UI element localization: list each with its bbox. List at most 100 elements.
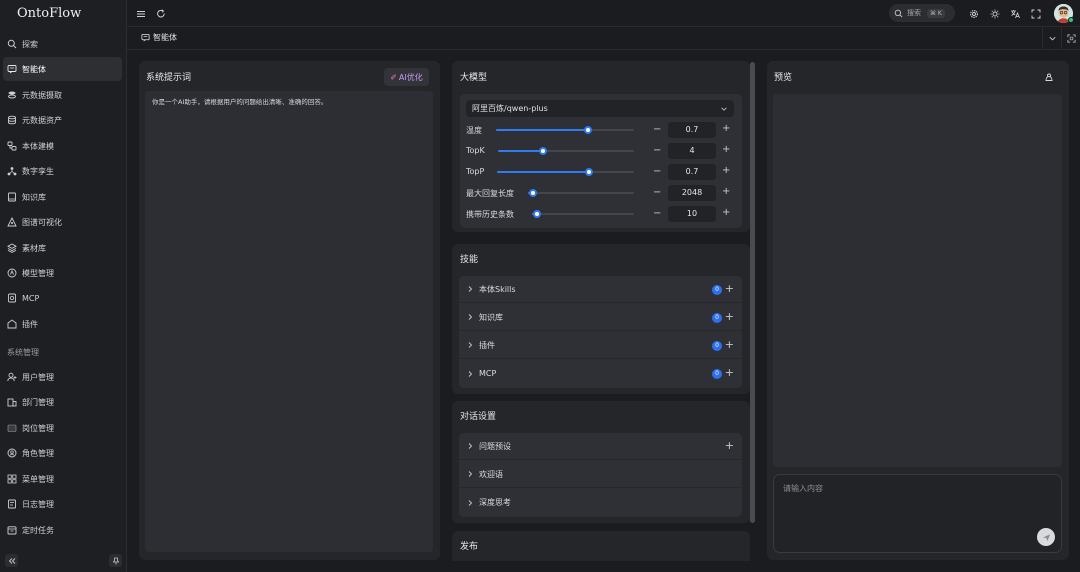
send-button[interactable] <box>1037 528 1055 546</box>
tab-dropdown-button[interactable] <box>1042 27 1061 50</box>
sidebar-item-label: 数字孪生 <box>22 166 54 176</box>
temperature-input[interactable]: 0.7 <box>668 122 716 138</box>
app-root: OntoFlow 探索 智能体 元数据摄取 元数据资产 本体建模 数字孪生 知识… <box>0 0 1080 572</box>
topp-slider[interactable] <box>497 168 634 176</box>
increment-button[interactable]: + <box>722 123 730 134</box>
increment-button[interactable]: + <box>722 165 730 176</box>
increment-button[interactable]: + <box>722 144 730 155</box>
system-prompt-textarea[interactable]: 你是一个AI助手，请根据用户的问题给出清晰、准确的回答。 <box>145 91 433 552</box>
clear-chat-button[interactable] <box>1043 71 1054 82</box>
sidebar-item-mcp[interactable]: MCP <box>3 286 122 310</box>
user-icon <box>7 372 17 382</box>
sidebar-item-label: 知识库 <box>22 192 46 202</box>
skill-row-plugins[interactable]: 插件 0 + <box>459 332 742 359</box>
increment-button[interactable]: + <box>722 186 730 197</box>
config-scrollbar[interactable] <box>750 62 755 523</box>
dialog-settings-list: 问题预设 + 欢迎语 深度思考 <box>459 433 742 517</box>
sidebar-item-menus[interactable]: 菜单管理 <box>3 467 122 491</box>
decrement-button[interactable]: − <box>653 187 661 198</box>
sidebar-item-scheduled-tasks[interactable]: 定时任务 <box>3 518 122 542</box>
add-button[interactable]: + <box>725 338 734 351</box>
slider-handle[interactable] <box>529 189 538 197</box>
add-button[interactable]: + <box>725 282 734 295</box>
sidebar-item-users[interactable]: 用户管理 <box>3 365 122 389</box>
settings-button[interactable] <box>968 8 980 20</box>
sidebar-item-roles[interactable]: 角色管理 <box>3 441 122 465</box>
slider-handle[interactable] <box>584 126 593 134</box>
decrement-button[interactable]: − <box>653 145 661 156</box>
history-count-slider[interactable] <box>532 210 634 218</box>
theme-toggle-button[interactable] <box>989 8 1001 20</box>
topp-input[interactable]: 0.7 <box>668 164 716 180</box>
fullscreen-button[interactable] <box>1030 8 1042 20</box>
slider-handle[interactable] <box>533 210 542 218</box>
sidebar-item-metadata-ingest[interactable]: 元数据摄取 <box>3 83 122 107</box>
maximize-content-button[interactable] <box>1061 27 1080 50</box>
dialog-row-welcome[interactable]: 欢迎语 <box>459 461 742 488</box>
global-search[interactable]: 搜索 ⌘ K <box>889 4 955 22</box>
sidebar-item-digital-twin[interactable]: 数字孪生 <box>3 159 122 183</box>
sidebar-item-plugins[interactable]: 插件 <box>3 312 122 336</box>
dialog-row-label: 深度思考 <box>479 498 511 507</box>
preview-title: 预览 <box>774 73 793 83</box>
param-label: 携带历史条数 <box>466 210 514 219</box>
decrement-button[interactable]: − <box>653 166 661 177</box>
max-length-slider[interactable] <box>528 189 634 197</box>
count-badge: 0 <box>712 341 722 351</box>
sidebar-item-logs[interactable]: 日志管理 <box>3 492 122 516</box>
slider-handle[interactable] <box>584 168 593 176</box>
skill-row-knowledge-base[interactable]: 知识库 0 + <box>459 304 742 331</box>
skill-row-ontology[interactable]: 本体Skills 0 + <box>459 276 742 303</box>
refresh-button[interactable] <box>155 8 167 20</box>
skill-row-mcp[interactable]: MCP 0 + <box>459 360 742 387</box>
refresh-icon <box>157 9 165 18</box>
sidebar-item-materials[interactable]: 素材库 <box>3 236 122 260</box>
sidebar-item-explore[interactable]: 探索 <box>3 32 122 56</box>
dialog-row-preset-questions[interactable]: 问题预设 + <box>459 433 742 460</box>
decrement-button[interactable]: − <box>653 208 661 219</box>
fullscreen-icon <box>1031 9 1041 19</box>
magic-wand-icon: ✐ <box>390 72 397 82</box>
agent-icon <box>7 65 17 74</box>
sidebar-item-agent[interactable]: 智能体 <box>3 57 122 81</box>
top-bar: 搜索 ⌘ K <box>127 0 1080 27</box>
temperature-slider[interactable] <box>496 126 634 134</box>
sidebar-item-graph-viz[interactable]: 图谱可视化 <box>3 210 122 234</box>
sidebar-item-departments[interactable]: 部门管理 <box>3 390 122 414</box>
language-button[interactable] <box>1009 8 1021 20</box>
sidebar-item-label: 用户管理 <box>22 372 54 382</box>
topk-input[interactable]: 4 <box>668 143 716 159</box>
sidebar-item-metadata-assets[interactable]: 元数据资产 <box>3 108 122 132</box>
dialog-row-label: 欢迎语 <box>479 469 503 479</box>
max-length-input[interactable]: 2048 <box>668 185 716 201</box>
add-button[interactable]: + <box>725 366 734 379</box>
search-placeholder: 搜索 <box>907 9 921 17</box>
menu-toggle-button[interactable] <box>135 8 147 20</box>
param-row-temperature: 温度 − 0.7 + <box>466 122 731 138</box>
tab-agent[interactable]: 智能体 <box>141 32 177 43</box>
model-select[interactable]: 阿里百炼/qwen-plus <box>466 100 734 117</box>
param-row-history-count: 携带历史条数 − 10 + <box>466 206 731 222</box>
sidebar-item-knowledge-base[interactable]: 知识库 <box>3 185 122 209</box>
skills-card: 技能 本体Skills 0 + 知识库 0 + 插件 0 + MCP 0 + <box>452 244 750 394</box>
increment-button[interactable]: + <box>722 207 730 218</box>
slider-handle[interactable] <box>538 147 547 155</box>
search-icon <box>894 9 903 17</box>
history-count-input[interactable]: 10 <box>668 206 716 222</box>
model-settings-box: 阿里百炼/qwen-plus 温度 − 0.7 + TopK − 4 + Top… <box>460 94 742 228</box>
chat-input[interactable]: 请输入内容 <box>773 474 1062 553</box>
add-button[interactable]: + <box>725 310 734 323</box>
add-button[interactable]: + <box>725 439 734 452</box>
pin-sidebar-button[interactable] <box>109 554 122 567</box>
preview-chat-area <box>773 94 1062 467</box>
decrement-button[interactable]: − <box>653 124 661 135</box>
collapse-sidebar-button[interactable] <box>5 554 18 567</box>
sidebar-item-positions[interactable]: 岗位管理 <box>3 416 122 440</box>
sidebar-item-label: 本体建模 <box>22 141 54 151</box>
ai-optimize-button[interactable]: ✐ AI优化 <box>384 68 429 86</box>
topk-slider[interactable] <box>498 147 634 155</box>
sidebar-item-model-management[interactable]: 模型管理 <box>3 261 122 285</box>
sidebar-item-ontology-modeling[interactable]: 本体建模 <box>3 134 122 158</box>
param-label: 温度 <box>466 126 482 135</box>
dialog-row-deep-thinking[interactable]: 深度思考 <box>459 489 742 516</box>
